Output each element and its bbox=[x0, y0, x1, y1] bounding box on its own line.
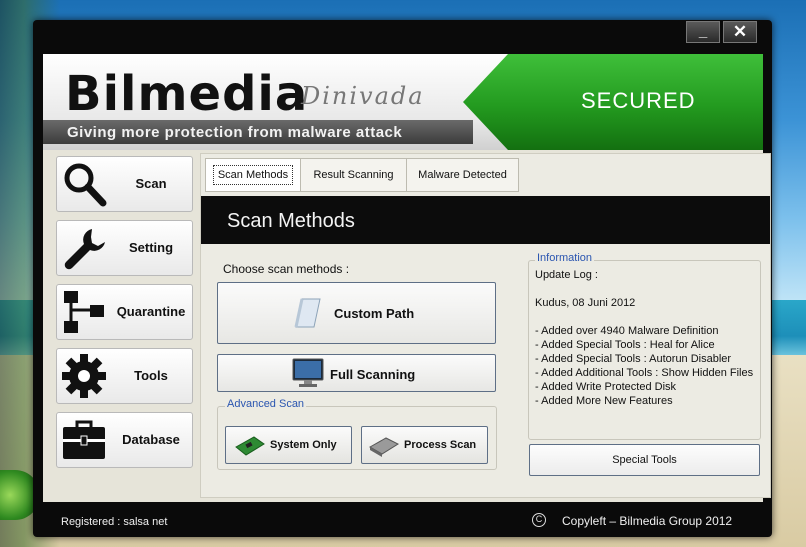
sidebar-item-tools[interactable]: Tools bbox=[56, 348, 193, 404]
sidebar-item-label: Scan bbox=[135, 176, 167, 191]
sidebar-item-quarantine[interactable]: Quarantine bbox=[56, 284, 193, 340]
app-header: Bilmedia Dinivada Giving more protection… bbox=[43, 54, 763, 150]
sidebar-item-setting[interactable]: Setting bbox=[56, 220, 193, 276]
log-line: - Added More New Features bbox=[535, 395, 673, 407]
choose-methods-label: Choose scan methods : bbox=[223, 262, 350, 276]
processor-icon bbox=[368, 437, 400, 457]
full-scanning-button[interactable]: Full Scanning bbox=[217, 354, 496, 392]
log-line: Update Log : bbox=[535, 269, 598, 281]
tab-label: Malware Detected bbox=[418, 169, 507, 181]
wrench-icon bbox=[64, 229, 105, 270]
app-window: _ ✕ Bilmedia Dinivada Giving more protec… bbox=[33, 20, 772, 537]
copyleft-label: Copyleft – Bilmedia Group 2012 bbox=[562, 514, 733, 528]
tab-label: Scan Methods bbox=[212, 165, 294, 185]
tab-malware-detected[interactable]: Malware Detected bbox=[406, 158, 519, 192]
system-only-label: System Only bbox=[270, 439, 337, 451]
tagline: Giving more protection from malware atta… bbox=[67, 124, 403, 141]
minimize-button[interactable]: _ bbox=[686, 21, 720, 43]
tab-result-scanning[interactable]: Result Scanning bbox=[300, 158, 407, 192]
information-legend: Information bbox=[535, 252, 595, 264]
process-scan-button[interactable]: Process Scan bbox=[361, 426, 488, 464]
sidebar-item-label: Database bbox=[122, 432, 180, 447]
gear-icon bbox=[62, 354, 106, 398]
close-button[interactable]: ✕ bbox=[723, 21, 757, 43]
information-log: Update Log : Kudus, 08 Juni 2012 - Added… bbox=[535, 268, 757, 408]
tab-scan-methods[interactable]: Scan Methods bbox=[205, 158, 301, 192]
content-area: Scan Setting Quarantine Tools Database S… bbox=[43, 150, 771, 502]
brand-script: Dinivada bbox=[301, 82, 425, 110]
section-title: Scan Methods bbox=[227, 210, 355, 232]
log-line: - Added Special Tools : Autorun Disabler bbox=[535, 353, 732, 365]
log-line: - Added Additional Tools : Show Hidden F… bbox=[535, 367, 754, 379]
circuit-board-icon bbox=[235, 436, 265, 456]
registered-label: Registered : salsa net bbox=[61, 516, 168, 528]
monitor-icon bbox=[292, 358, 324, 387]
log-line: - Added Write Protected Disk bbox=[535, 381, 677, 393]
sidebar-item-scan[interactable]: Scan bbox=[56, 156, 193, 212]
log-line: - Added Special Tools : Heal for Alice bbox=[535, 339, 715, 351]
custom-path-button[interactable]: Custom Path bbox=[217, 282, 496, 344]
book-icon bbox=[294, 298, 321, 328]
sidebar-item-database[interactable]: Database bbox=[56, 412, 193, 468]
section-header: Scan Methods bbox=[201, 196, 770, 244]
special-tools-button[interactable]: Special Tools bbox=[529, 444, 760, 476]
full-scanning-label: Full Scanning bbox=[330, 367, 416, 382]
advanced-scan-legend: Advanced Scan bbox=[225, 398, 307, 410]
process-scan-label: Process Scan bbox=[404, 439, 477, 451]
status-label: SECURED bbox=[581, 88, 696, 113]
toolbox-icon bbox=[63, 420, 105, 459]
main-panel: Scan Methods Result Scanning Malware Det… bbox=[200, 153, 771, 498]
log-line: Kudus, 08 Juni 2012 bbox=[535, 297, 636, 309]
sidebar-item-label: Quarantine bbox=[116, 304, 186, 319]
system-only-button[interactable]: System Only bbox=[225, 426, 352, 464]
footer: Registered : salsa net C Copyleft – Bilm… bbox=[43, 504, 763, 534]
brand-logo: Bilmedia bbox=[65, 66, 309, 122]
sidebar-item-label: Tools bbox=[134, 368, 168, 383]
copyleft-icon: C bbox=[532, 513, 546, 527]
tab-label: Result Scanning bbox=[313, 169, 394, 181]
flowchart-icon bbox=[64, 291, 104, 333]
magnifier-icon bbox=[64, 163, 107, 207]
sidebar-item-label: Setting bbox=[128, 240, 174, 255]
custom-path-label: Custom Path bbox=[334, 306, 415, 321]
log-line: - Added over 4940 Malware Definition bbox=[535, 325, 719, 337]
